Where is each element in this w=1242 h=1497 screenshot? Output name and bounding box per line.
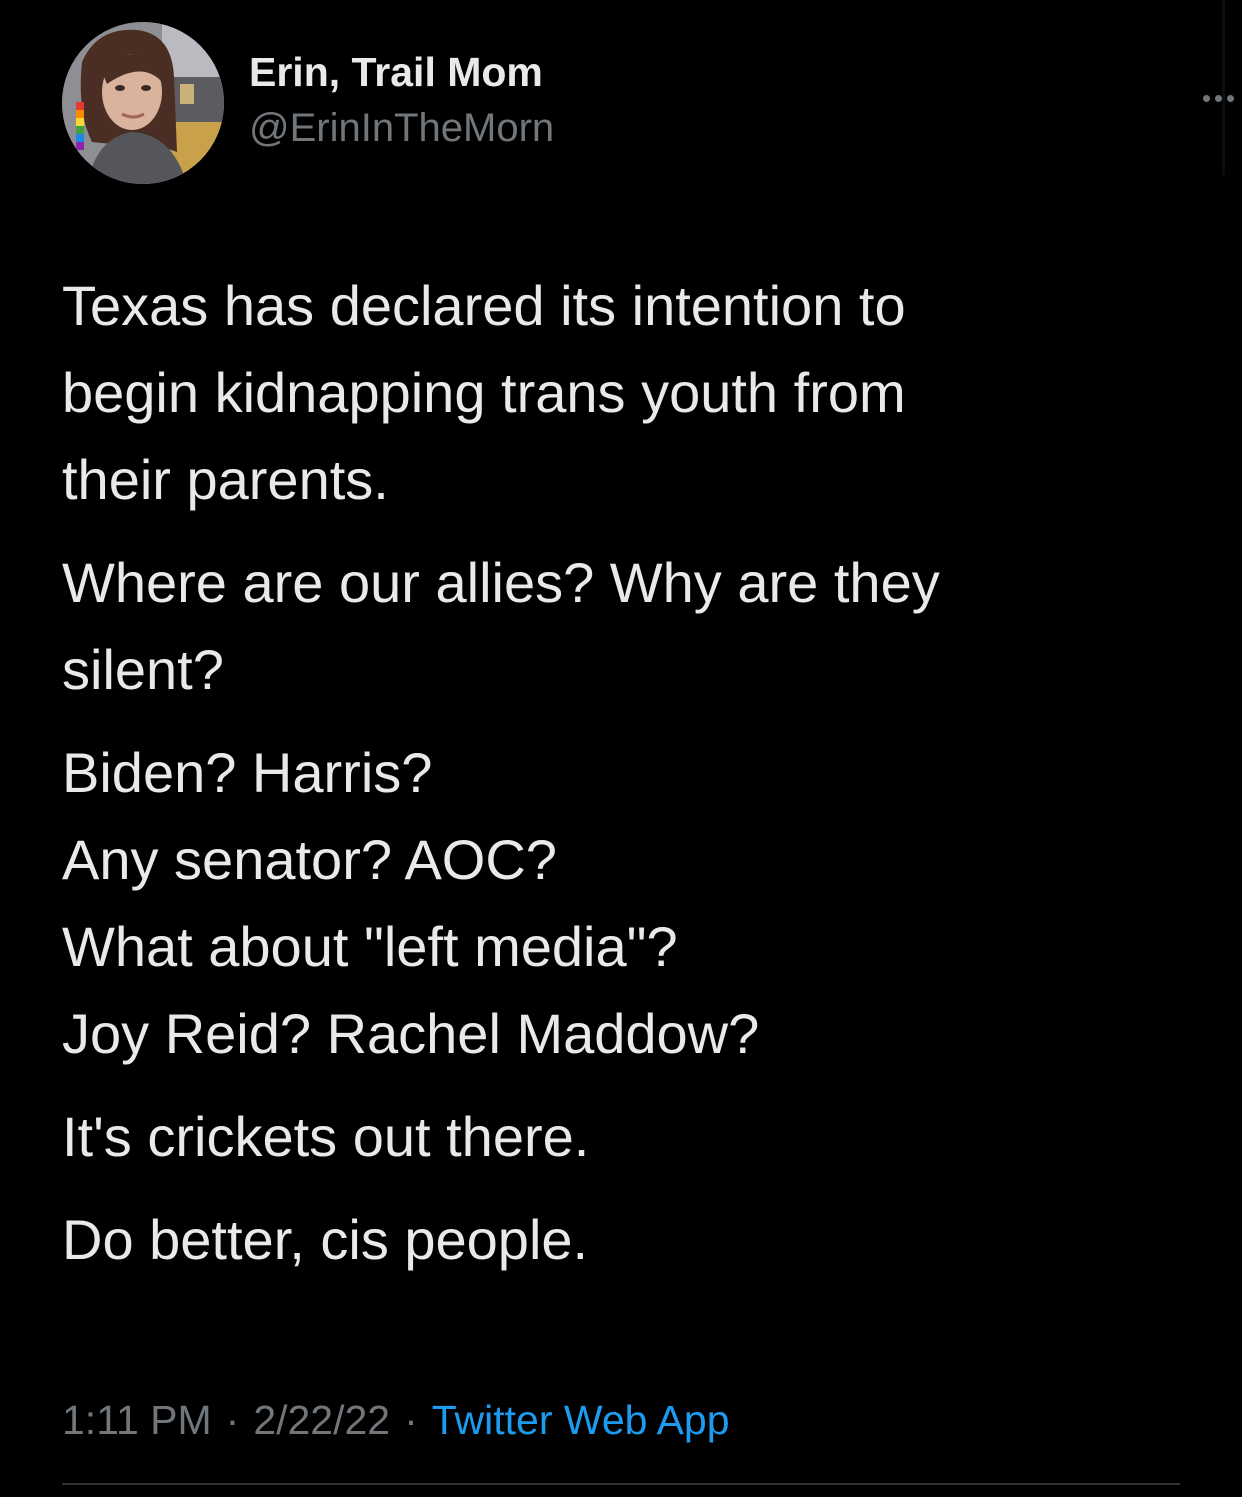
tweet-meta: 1:11 PM · 2/22/22 · Twitter Web App [62, 1392, 730, 1448]
tweet-paragraph: Texas has declared its intention to begi… [62, 262, 1172, 523]
tweet-line: Texas has declared its intention to [62, 274, 906, 337]
meta-separator: · [225, 1397, 240, 1443]
tweet-paragraph: Biden? Harris? Any senator? AOC? What ab… [62, 729, 1172, 1077]
tweet-source-link[interactable]: Twitter Web App [432, 1397, 730, 1443]
tweet-date[interactable]: 2/22/22 [253, 1397, 390, 1443]
more-horizontal-icon-dot [1214, 94, 1222, 102]
tweet-line: Do better, cis people. [62, 1208, 589, 1271]
tweet-paragraph: Do better, cis people. [62, 1196, 1172, 1283]
author-display-name[interactable]: Erin, Trail Mom [249, 48, 554, 96]
divider [62, 1483, 1180, 1485]
tweet-line: Biden? Harris? [62, 741, 433, 804]
tweet-text: Texas has declared its intention to begi… [62, 262, 1172, 1299]
tweet-line: Joy Reid? Rachel Maddow? [62, 1002, 760, 1065]
author-handle[interactable]: @ErinInTheMorn [249, 104, 554, 152]
tweet-line: begin kidnapping trans youth from [62, 361, 906, 424]
tweet-line: Any senator? AOC? [62, 828, 557, 891]
more-horizontal-icon [1202, 94, 1210, 102]
more-options-button[interactable] [1192, 78, 1242, 118]
avatar-image [62, 22, 224, 184]
tweet-line: It's crickets out there. [62, 1105, 590, 1168]
meta-separator: · [404, 1397, 418, 1443]
tweet-line: silent? [62, 638, 224, 701]
tweet-line: What about "left media"? [62, 915, 678, 978]
avatar[interactable] [62, 22, 224, 184]
tweet-time[interactable]: 1:11 PM [62, 1397, 212, 1443]
tweet-paragraph: Where are our allies? Why are they silen… [62, 539, 1172, 713]
tweet-paragraph: It's crickets out there. [62, 1093, 1172, 1180]
scroll-edge [1222, 0, 1225, 175]
tweet-line: Where are our allies? Why are they [62, 551, 940, 614]
tweet-line: their parents. [62, 448, 389, 511]
tweet-header: Erin, Trail Mom @ErinInTheMorn [62, 22, 1234, 188]
author-names: Erin, Trail Mom @ErinInTheMorn [249, 48, 554, 152]
more-horizontal-icon-dot [1226, 94, 1234, 102]
